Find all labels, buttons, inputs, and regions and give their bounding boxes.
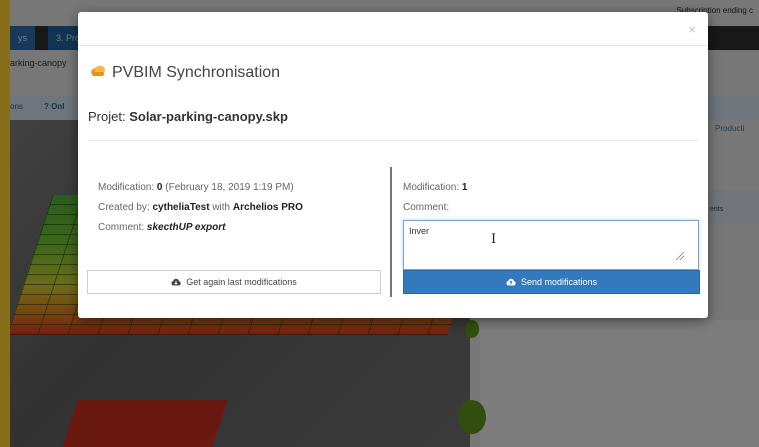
right-comment-label: Comment: (403, 202, 450, 213)
sync-modal: × PVBIM Synchronisation Projet: Solar-pa… (78, 12, 708, 318)
created-label: Created by: (98, 202, 150, 213)
project-label: Projet: (88, 109, 126, 124)
header-divider (78, 45, 708, 46)
comment-label: Comment: (98, 222, 145, 233)
modification-label: Modification: (98, 182, 155, 193)
cloud-upload-icon (506, 278, 516, 286)
send-modifications-label: Send modifications (520, 277, 598, 287)
modal-title: PVBIM Synchronisation (112, 64, 281, 81)
project-line: Projet: Solar-parking-canopy.skp (88, 109, 288, 124)
comment-input[interactable]: Inver (403, 220, 699, 270)
get-again-label: Get again last modifications (186, 277, 297, 287)
comment-value: skecthUP export (146, 222, 226, 233)
body-divider (88, 140, 698, 141)
created-by-line: Created by: cytheliaTest with Archelios … (98, 202, 303, 213)
created-app: Archelios PRO (232, 202, 303, 213)
resize-handle[interactable] (676, 252, 684, 260)
close-icon[interactable]: × (688, 22, 696, 37)
right-modification-line: Modification: 1 (403, 182, 467, 193)
modification-number: 1 (461, 182, 468, 193)
project-name: Solar-parking-canopy.skp (129, 109, 288, 124)
left-modification-line: Modification: 0 (February 18, 2019 1:19 … (98, 182, 294, 193)
left-comment-line: Comment: skecthUP export (98, 222, 225, 233)
cloud-download-icon (171, 278, 181, 286)
send-modifications-button[interactable]: Send modifications (403, 270, 700, 294)
created-with: with (212, 202, 231, 213)
text-cursor-icon: I (491, 232, 497, 247)
pvbim-cloud-icon (90, 64, 106, 82)
get-again-button[interactable]: Get again last modifications (87, 270, 381, 294)
modal-title-row: PVBIM Synchronisation (90, 64, 280, 82)
created-user: cytheliaTest (152, 202, 210, 213)
modification-date: (February 18, 2019 1:19 PM) (165, 182, 294, 193)
column-divider (390, 167, 392, 297)
modification-number: 0 (156, 182, 163, 193)
modification-label: Modification: (403, 182, 460, 193)
